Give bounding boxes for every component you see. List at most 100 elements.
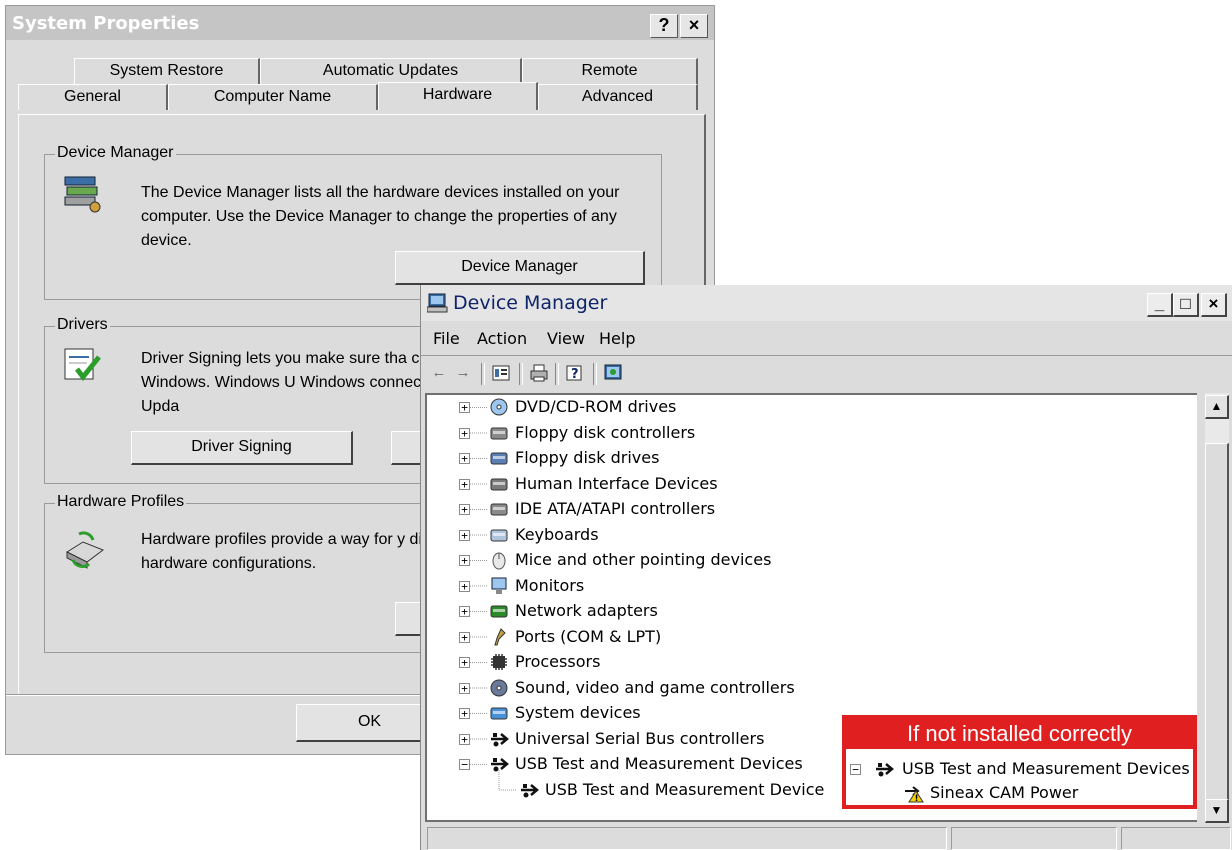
system-properties-titlebar[interactable]: System Properties ? ×	[6, 6, 714, 40]
toolbar: ← → ?	[421, 357, 1232, 389]
tab-advanced[interactable]: Advanced	[538, 84, 698, 110]
tree-item-label: Monitors	[515, 575, 585, 595]
menu-help[interactable]: Help	[599, 329, 635, 348]
properties-icon[interactable]	[491, 363, 511, 383]
floppy-drive-icon	[490, 452, 508, 465]
svg-text:?: ?	[571, 367, 579, 382]
tree-item-label: Floppy disk drives	[515, 448, 660, 467]
tree-item-label: Network adapters	[515, 601, 658, 620]
system-properties-title: System Properties	[12, 13, 200, 34]
group-label: Device Manager	[55, 144, 176, 162]
tree-item-label: Keyboards	[515, 524, 599, 544]
expand-icon[interactable]: +	[459, 708, 470, 719]
tree-item-label: Sound, video and game controllers	[515, 677, 795, 697]
computer-icon	[427, 293, 448, 313]
keyboard-icon	[490, 529, 508, 541]
device-manager-button[interactable]: Device Manager	[395, 251, 645, 285]
tree-item-label: System devices	[515, 703, 641, 722]
group-label: Drivers	[55, 316, 110, 334]
toolbar-separator	[519, 363, 523, 385]
device-manager-titlebar[interactable]: Device Manager _ □ ×	[421, 285, 1232, 321]
driver-signing-button[interactable]: Driver Signing	[131, 431, 353, 465]
tab-remote[interactable]: Remote	[522, 58, 698, 84]
callout-header: If not installed correctly	[846, 719, 1193, 749]
tree-item-label: Ports (COM & LPT)	[515, 626, 662, 646]
menu-view[interactable]: View	[547, 329, 585, 348]
expand-icon[interactable]: +	[459, 529, 470, 541]
status-pane	[951, 827, 1117, 850]
expand-icon[interactable]: +	[459, 478, 470, 490]
collapse-icon[interactable]: −	[459, 759, 470, 770]
tree-item-label: USB Test and Measurement Devices	[515, 754, 803, 773]
expand-icon[interactable]: +	[459, 555, 470, 566]
toolbar-separator	[555, 363, 559, 385]
expand-icon[interactable]: +	[459, 402, 470, 413]
expand-icon[interactable]: +	[459, 453, 470, 464]
hardware-profiles-icon	[65, 531, 105, 569]
scroll-up-button[interactable]: ▲	[1205, 395, 1229, 419]
tree-item-label: Floppy disk controllers	[515, 422, 696, 442]
menu-bar: File Action View Help	[421, 323, 1232, 356]
device-manager-icon	[64, 176, 101, 213]
hid-icon	[490, 478, 508, 490]
scroll-down-button[interactable]: ▼	[1205, 799, 1229, 823]
cdrom-icon	[490, 398, 508, 416]
svg-text:!: !	[915, 794, 919, 803]
warning-device-icon: !	[905, 786, 924, 803]
disk-controller-icon	[490, 427, 508, 439]
tab-computer-name[interactable]: Computer Name	[168, 84, 378, 110]
close-button[interactable]: ×	[680, 14, 708, 38]
tree-item-label: Mice and other pointing devices	[515, 550, 772, 569]
expand-icon[interactable]: +	[459, 427, 470, 439]
scroll-thumb[interactable]	[1205, 443, 1229, 803]
status-pane	[427, 827, 947, 850]
tree-item-label: Universal Serial Bus controllers	[515, 728, 765, 748]
system-device-icon	[490, 707, 508, 720]
expand-icon[interactable]: +	[459, 580, 470, 592]
tree-item-label: Processors	[515, 652, 601, 671]
minimize-button[interactable]: _	[1147, 293, 1173, 317]
tab-hardware[interactable]: Hardware	[378, 82, 538, 110]
expand-icon[interactable]: +	[459, 606, 470, 617]
status-bar	[421, 827, 1232, 850]
menu-action[interactable]: Action	[477, 329, 527, 348]
callout-child-label: Sineax CAM Power	[930, 783, 1079, 802]
port-icon	[494, 627, 506, 645]
back-arrow-icon[interactable]: ←	[429, 363, 449, 383]
vertical-scrollbar[interactable]: ▲ ▼	[1205, 393, 1229, 823]
forward-arrow-icon[interactable]: →	[453, 363, 473, 383]
scan-hardware-icon[interactable]	[603, 363, 623, 383]
sound-icon	[490, 679, 508, 696]
status-pane	[1121, 827, 1231, 850]
menu-file[interactable]: File	[433, 329, 460, 348]
usb-icon	[521, 783, 539, 797]
monitor-icon	[491, 577, 507, 594]
print-icon[interactable]	[529, 363, 549, 383]
usb-icon	[876, 763, 894, 777]
expand-icon[interactable]: +	[459, 682, 470, 694]
tab-general[interactable]: General	[18, 84, 168, 110]
close-button[interactable]: ×	[1201, 293, 1227, 317]
callout-parent-label: USB Test and Measurement Devices	[902, 759, 1190, 778]
installation-warning-callout: If not installed correctly − USB Test an…	[842, 715, 1197, 809]
help-icon[interactable]: ?	[565, 363, 585, 383]
tab-automatic-updates[interactable]: Automatic Updates	[260, 58, 522, 84]
ide-controller-icon	[490, 503, 508, 516]
expand-icon[interactable]: +	[459, 504, 470, 515]
collapse-icon[interactable]: −	[850, 764, 861, 775]
tree-item-label: IDE ATA/ATAPI controllers	[515, 499, 716, 518]
maximize-button[interactable]: □	[1173, 293, 1199, 317]
group-label: Hardware Profiles	[55, 493, 187, 511]
device-manager-group: Device Manager The Device Manager lists …	[44, 144, 662, 300]
tab-system-restore[interactable]: System Restore	[74, 58, 260, 84]
driver-signing-icon	[64, 348, 101, 382]
mouse-icon	[492, 552, 506, 570]
toolbar-separator	[593, 363, 597, 385]
help-button[interactable]: ?	[650, 14, 678, 38]
usb-icon	[491, 758, 509, 772]
expand-icon[interactable]: +	[459, 631, 470, 643]
tree-item-label: DVD/CD-ROM drives	[515, 397, 677, 416]
expand-icon[interactable]: +	[459, 733, 470, 745]
network-adapter-icon	[490, 605, 508, 618]
expand-icon[interactable]: +	[459, 657, 470, 668]
